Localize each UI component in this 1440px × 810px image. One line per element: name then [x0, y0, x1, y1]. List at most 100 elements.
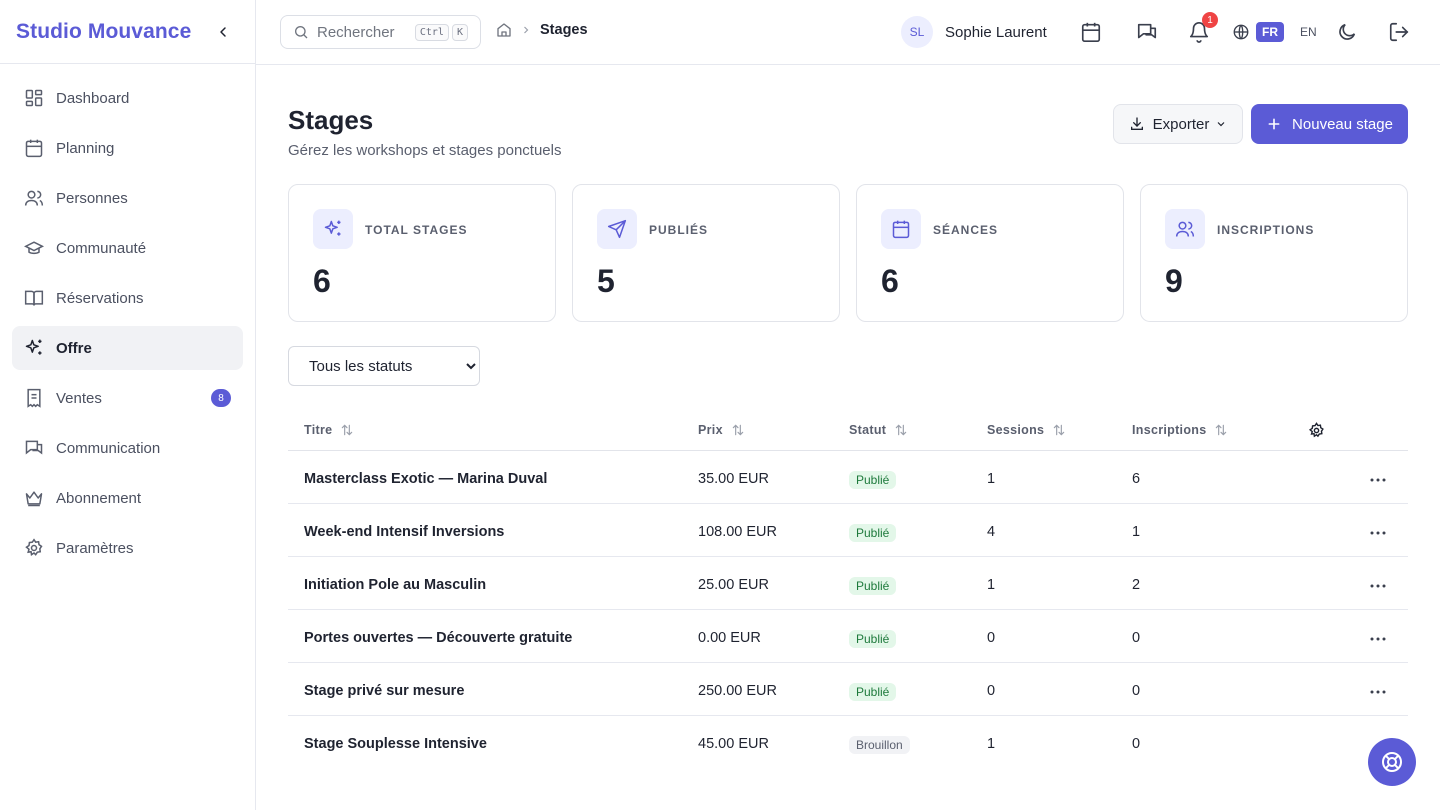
stat-card-published: Publiés 5	[572, 184, 840, 322]
plus-icon	[1268, 118, 1280, 130]
status-filter-select[interactable]: Tous les statuts	[288, 346, 480, 386]
status-badge: Publié	[849, 524, 897, 542]
gear-icon	[25, 538, 43, 556]
stage-title[interactable]: Stage privé sur mesure	[304, 683, 464, 699]
lang-en-button[interactable]: EN	[1294, 22, 1323, 42]
table-row[interactable]: Masterclass Exotic — Marina Duval 35.00 …	[288, 451, 1408, 504]
stat-card-total: Total stages 6	[288, 184, 556, 322]
more-horizontal-icon	[1370, 637, 1386, 641]
column-header-label: Sessions	[987, 423, 1045, 437]
export-button[interactable]: Exporter	[1113, 104, 1243, 144]
new-stage-button[interactable]: Nouveau stage	[1251, 104, 1408, 144]
stat-value: 6	[881, 263, 899, 299]
row-actions-button[interactable]	[1368, 631, 1388, 647]
download-icon	[1130, 117, 1143, 130]
sidebar-item-label: Abonnement	[56, 489, 142, 507]
row-actions-button[interactable]	[1368, 684, 1388, 700]
row-actions-button[interactable]	[1368, 472, 1388, 488]
column-header-title[interactable]: Titre	[304, 423, 354, 437]
sidebar-item-label: Paramètres	[56, 539, 134, 557]
sidebar-item-ventes[interactable]: Ventes 8	[12, 376, 243, 420]
calendar-icon	[892, 220, 910, 239]
stage-inscriptions: 0	[1132, 630, 1141, 646]
column-header-label: Titre	[304, 423, 333, 437]
more-horizontal-icon	[1370, 478, 1386, 482]
breadcrumb: Stages	[496, 22, 588, 38]
chevron-left-icon	[220, 26, 226, 37]
home-icon[interactable]	[496, 22, 512, 38]
row-actions-button[interactable]	[1368, 525, 1388, 541]
stat-card-inscriptions: Inscriptions 9	[1140, 184, 1408, 322]
sidebar-item-label: Planning	[56, 139, 115, 157]
messages-icon[interactable]	[1136, 21, 1158, 43]
stage-price: 35.00 EUR	[698, 471, 769, 487]
sidebar-item-dashboard[interactable]: Dashboard	[12, 76, 243, 120]
status-badge: Publié	[849, 683, 897, 701]
more-horizontal-icon	[1370, 690, 1386, 694]
stage-sessions: 4	[987, 524, 996, 540]
status-badge: Publié	[849, 471, 897, 489]
sort-icon	[732, 424, 744, 436]
stage-inscriptions: 2	[1132, 577, 1141, 593]
sparkles-icon	[25, 339, 42, 355]
table-row[interactable]: Week-end Intensif Inversions 108.00 EUR …	[288, 504, 1408, 557]
sidebar-item-label: Personnes	[56, 189, 128, 207]
column-header-status[interactable]: Statut	[849, 423, 908, 437]
sort-icon	[1216, 424, 1227, 436]
help-button[interactable]	[1368, 738, 1416, 786]
row-actions-button[interactable]	[1368, 578, 1388, 594]
search-input[interactable]: Rechercher Ctrl K	[280, 15, 481, 49]
stat-label: Inscriptions	[1217, 223, 1315, 237]
stage-title[interactable]: Masterclass Exotic — Marina Duval	[304, 471, 547, 487]
column-header-inscriptions[interactable]: Inscriptions	[1132, 423, 1228, 437]
sidebar-item-planning[interactable]: Planning	[12, 126, 243, 170]
globe-icon	[1233, 24, 1249, 40]
column-header-label: Prix	[698, 423, 723, 437]
stage-title[interactable]: Initiation Pole au Masculin	[304, 577, 486, 593]
status-badge: Publié	[849, 577, 897, 595]
sidebar-item-abonnement[interactable]: Abonnement	[12, 476, 243, 520]
export-label: Exporter	[1152, 115, 1210, 133]
sort-icon	[895, 424, 907, 436]
collapse-sidebar-button[interactable]	[211, 20, 235, 44]
stat-icon-box	[313, 209, 353, 249]
sidebar-item-reservations[interactable]: Réservations	[12, 276, 243, 320]
sidebar-item-parametres[interactable]: Paramètres	[12, 526, 243, 570]
sparkles-icon	[324, 220, 341, 236]
stage-sessions: 1	[987, 471, 996, 487]
ventes-count-badge: 8	[211, 389, 231, 407]
stage-title[interactable]: Portes ouvertes — Découverte gratuite	[304, 630, 572, 646]
logout-icon[interactable]	[1388, 21, 1410, 43]
status-badge: Publié	[849, 630, 897, 648]
chat-icon	[25, 440, 43, 455]
column-settings-gear-icon[interactable]	[1308, 422, 1325, 439]
stat-value: 5	[597, 263, 615, 299]
avatar: SL	[901, 16, 933, 48]
table-row[interactable]: Stage privé sur mesure 250.00 EUR Publié…	[288, 663, 1408, 716]
stage-title[interactable]: Week-end Intensif Inversions	[304, 524, 504, 540]
moon-icon[interactable]	[1336, 21, 1358, 43]
calendar-icon[interactable]	[1080, 21, 1102, 43]
sidebar-item-communication[interactable]: Communication	[12, 426, 243, 470]
stat-value: 9	[1165, 263, 1183, 299]
table-row[interactable]: Portes ouvertes — Découverte gratuite 0.…	[288, 610, 1408, 663]
lang-fr-button[interactable]: FR	[1256, 22, 1284, 42]
sidebar-item-personnes[interactable]: Personnes	[12, 176, 243, 220]
users-icon	[24, 190, 44, 206]
breadcrumb-current: Stages	[540, 22, 588, 38]
sidebar-item-label: Réservations	[56, 289, 144, 307]
stage-price: 0.00 EUR	[698, 630, 761, 646]
graduation-cap-icon	[24, 241, 44, 255]
sidebar-item-offre[interactable]: Offre	[12, 326, 243, 370]
sidebar-item-communaute[interactable]: Communauté	[12, 226, 243, 270]
table-row[interactable]: Stage Souplesse Intensive 45.00 EUR Brou…	[288, 716, 1408, 769]
user-menu[interactable]: SL Sophie Laurent	[901, 16, 1047, 48]
stage-title[interactable]: Stage Souplesse Intensive	[304, 736, 487, 752]
column-header-price[interactable]: Prix	[698, 423, 745, 437]
column-header-label: Inscriptions	[1132, 423, 1207, 437]
column-header-sessions[interactable]: Sessions	[987, 423, 1066, 437]
stage-inscriptions: 0	[1132, 683, 1141, 699]
dashboard-icon	[25, 89, 43, 107]
brand-name[interactable]: Studio Mouvance	[16, 20, 191, 44]
table-row[interactable]: Initiation Pole au Masculin 25.00 EUR Pu…	[288, 557, 1408, 610]
